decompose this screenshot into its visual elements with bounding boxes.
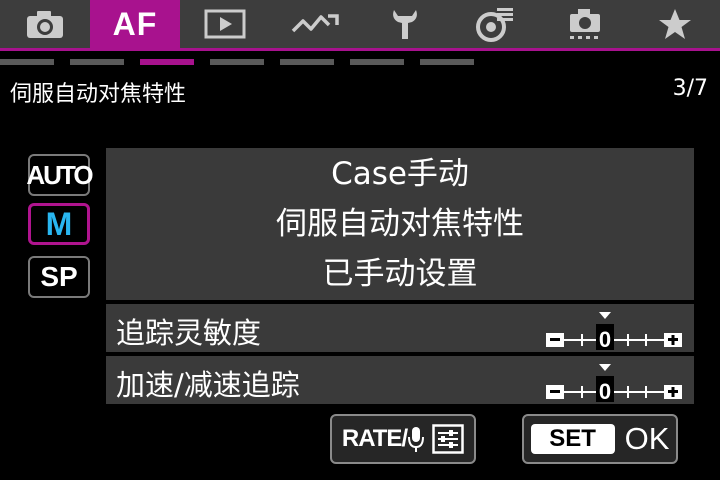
slider-value: 0 (599, 379, 611, 402)
camera-icon (27, 11, 63, 38)
rate-voice-memo-button[interactable]: RATE/ (330, 414, 476, 464)
ok-label: OK (624, 421, 670, 456)
page-indicator-current (140, 59, 194, 65)
mode-manual-button[interactable]: M (28, 203, 90, 245)
tab-custom-functions[interactable] (450, 0, 540, 48)
mode-auto-button[interactable]: AUTO (26, 154, 94, 196)
param-label: 加速/减速追踪 (116, 368, 300, 402)
tab-my-menu[interactable] (630, 0, 720, 48)
page-indicator (210, 59, 264, 65)
page-indicator (0, 59, 54, 65)
accel-decel-slider[interactable]: 0 (546, 358, 682, 402)
param-row-accel-decel-tracking[interactable]: 加速/减速追踪 0 (106, 356, 694, 404)
page-indicator (420, 59, 474, 65)
param-label: 追踪灵敏度 (116, 316, 262, 350)
menu-tab-bar: AF (0, 0, 720, 48)
rate-label: RATE/ (341, 425, 408, 452)
menu-page-title: 伺服自动对焦特性 (10, 82, 187, 107)
custom-function-icon (476, 8, 513, 42)
param-row-tracking-sensitivity[interactable]: 追踪灵敏度 0 (106, 304, 694, 352)
case-description-panel: Case手动 伺服自动对焦特性 已手动设置 (106, 148, 694, 300)
page-indicator (350, 59, 404, 65)
microphone-icon (408, 427, 425, 452)
tab-wireless[interactable] (270, 0, 360, 48)
set-badge: SET (530, 424, 615, 454)
tab-af[interactable]: AF (90, 0, 180, 48)
case-status: 已手动设置 (322, 256, 478, 292)
page-indicator (280, 59, 334, 65)
slider-value: 0 (599, 327, 611, 350)
wrench-icon (393, 10, 417, 39)
tab-setup[interactable] (360, 0, 450, 48)
af-icon: AF (112, 5, 158, 42)
case-feature: 伺服自动对焦特性 (276, 206, 524, 242)
wireless-icon (291, 14, 339, 33)
sensitivity-slider[interactable]: 0 (546, 306, 682, 350)
page-number: 3/7 (672, 76, 708, 101)
tab-shooting[interactable] (0, 0, 90, 48)
tab-underline (0, 48, 720, 51)
star-icon (659, 9, 691, 39)
mode-sp-button[interactable]: SP (28, 256, 90, 298)
sensor-cleaning-icon (570, 9, 600, 39)
playback-icon (204, 9, 246, 39)
set-ok-button[interactable]: SET OK (522, 414, 678, 464)
tab-sensor-cleaning[interactable] (540, 0, 630, 48)
page-indicator (70, 59, 124, 65)
case-name: Case手动 (331, 156, 469, 192)
detail-settings-icon (432, 424, 464, 454)
tab-playback[interactable] (180, 0, 270, 48)
